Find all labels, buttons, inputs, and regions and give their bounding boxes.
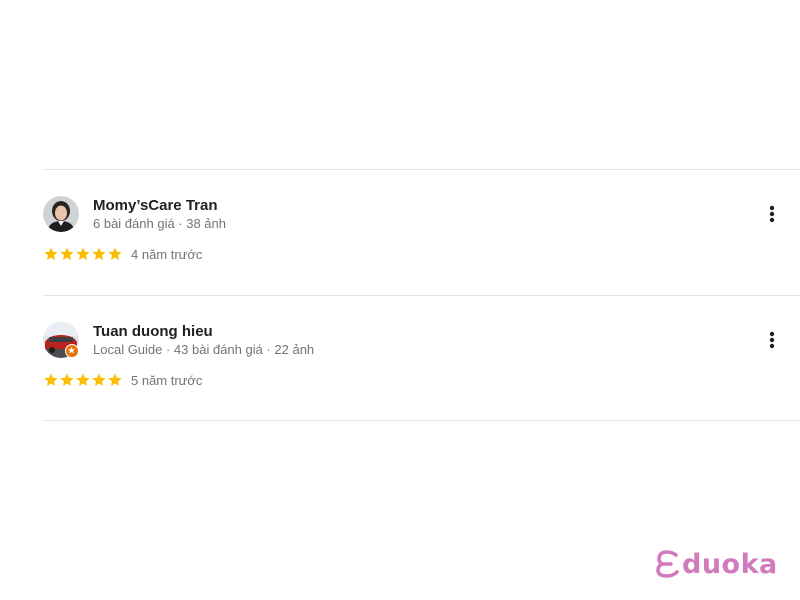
star-icon <box>43 246 59 262</box>
divider-top <box>43 169 800 170</box>
brand-text: duoka <box>682 548 778 580</box>
more-vert-icon[interactable] <box>764 202 780 226</box>
review-card: Tuan duong hieu Local Guide · 43 bài đán… <box>43 322 800 432</box>
reviewer-meta: 6 bài đánh giá · 38 ảnh <box>93 216 226 231</box>
local-guide-badge-icon <box>65 344 79 358</box>
star-icon <box>75 372 91 388</box>
rating-row: 5 năm trước <box>43 372 202 388</box>
reviewer-avatar[interactable] <box>43 196 79 232</box>
eduoka-logo: duoka <box>656 544 778 584</box>
brand-e-icon <box>656 550 680 578</box>
star-icon <box>107 246 123 262</box>
star-icon <box>75 246 91 262</box>
star-icon <box>59 372 75 388</box>
star-icon <box>59 246 75 262</box>
star-rating <box>43 372 123 388</box>
star-rating <box>43 246 123 262</box>
divider-middle <box>43 295 800 296</box>
reviewer-name[interactable]: Tuan duong hieu <box>93 323 213 340</box>
more-vert-icon[interactable] <box>764 328 780 352</box>
star-icon <box>43 372 59 388</box>
review-time: 5 năm trước <box>131 372 203 388</box>
review-time: 4 năm trước <box>131 246 203 262</box>
reviews-page: Momy’sCare Tran 6 bài đánh giá · 38 ảnh … <box>0 0 800 600</box>
review-card: Momy’sCare Tran 6 bài đánh giá · 38 ảnh … <box>43 196 800 306</box>
reviewer-name[interactable]: Momy’sCare Tran <box>93 197 218 214</box>
rating-row: 4 năm trước <box>43 246 202 262</box>
divider-bottom <box>43 420 800 421</box>
reviewer-meta: Local Guide · 43 bài đánh giá · 22 ảnh <box>93 342 315 357</box>
star-icon <box>91 246 107 262</box>
star-icon <box>107 372 123 388</box>
star-icon <box>91 372 107 388</box>
